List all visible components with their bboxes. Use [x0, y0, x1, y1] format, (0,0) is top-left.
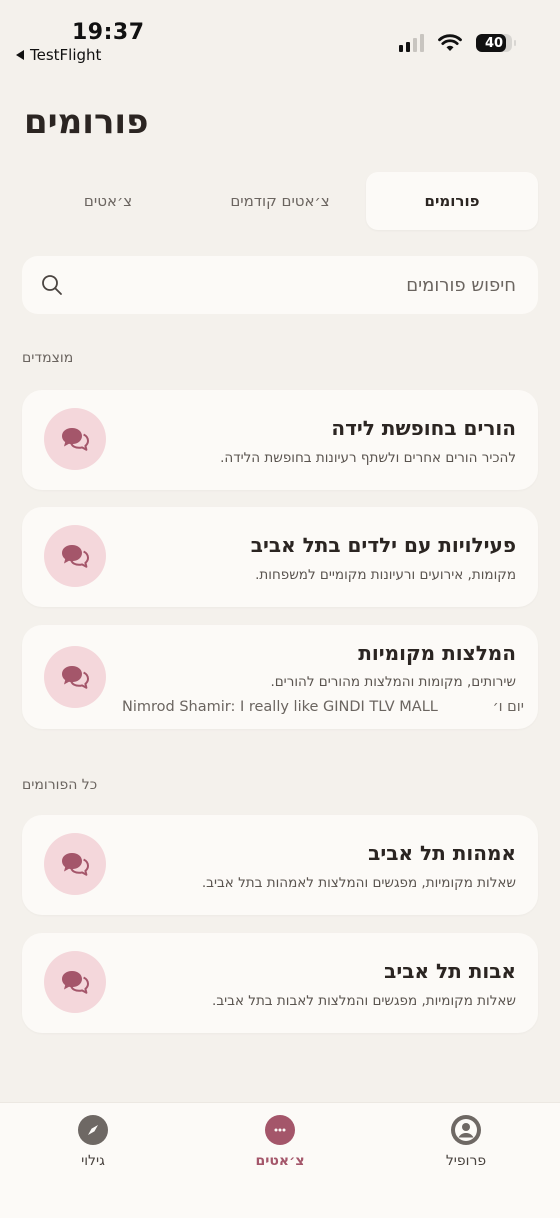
back-app-label: TestFlight: [30, 46, 102, 64]
back-to-testflight[interactable]: TestFlight: [16, 46, 101, 64]
forum-card-kids-activities[interactable]: פעילויות עם ילדים בתל אביב מקומות, אירוע…: [22, 507, 538, 607]
forum-card-tlv-dads[interactable]: אבות תל אביב שאלות מקומיות, מפגשים והמלצ…: [22, 933, 538, 1033]
battery-level: 40: [484, 35, 504, 51]
tab-forums[interactable]: פורומים: [366, 172, 538, 230]
tab-bar: פורומים צ׳אטים קודמים צ׳אטים: [22, 172, 538, 230]
section-label-pinned-text: מוצמדים: [22, 350, 74, 366]
forum-description: שירותים, מקומות והמלצות מהורים להורים.: [270, 674, 516, 690]
page-title: פורומים: [24, 102, 149, 142]
forum-title: המלצות מקומיות: [358, 641, 516, 665]
nav-discover-label: גילוי: [81, 1153, 105, 1169]
section-label-all: כל הפורומים: [22, 777, 538, 793]
tab-previous-chats[interactable]: צ׳אטים קודמים: [194, 172, 366, 230]
last-message-preview: Nimrod Shamir: I really like GINDI TLV M…: [122, 699, 438, 715]
last-message-row: יום ו׳ Nimrod Shamir: I really like GIND…: [122, 699, 524, 715]
forum-title: אבות תל אביב: [384, 959, 516, 983]
system-icons: 40: [399, 34, 516, 52]
forum-description: שאלות מקומיות, מפגשים והמלצות לאמהות בתל…: [201, 875, 516, 891]
search-input[interactable]: [64, 274, 516, 296]
nav-chats[interactable]: צ׳אטים: [230, 1115, 330, 1169]
forum-card-local-recommendations[interactable]: המלצות מקומיות שירותים, מקומות והמלצות מ…: [22, 625, 538, 729]
forum-card-tlv-moms[interactable]: אמהות תל אביב שאלות מקומיות, מפגשים והמל…: [22, 815, 538, 915]
chat-bubbles-icon: [44, 951, 106, 1013]
nav-chats-label: צ׳אטים: [255, 1153, 305, 1169]
forum-title: פעילויות עם ילדים בתל אביב: [250, 533, 516, 557]
nav-profile-label: פרופיל: [445, 1153, 487, 1169]
battery-icon: 40: [476, 34, 516, 52]
nav-discover[interactable]: גילוי: [43, 1115, 143, 1169]
chat-bubbles-icon: [44, 408, 106, 470]
back-arrow-icon: [16, 50, 24, 60]
last-message-time: יום ו׳: [492, 699, 524, 715]
profile-icon: [451, 1115, 481, 1145]
status-bar: 19:37 TestFlight 40: [0, 0, 560, 80]
search-icon[interactable]: [40, 273, 64, 297]
forum-title: אמהות תל אביב: [368, 841, 516, 865]
chat-bubbles-icon: [44, 646, 106, 708]
section-label-pinned: מוצמדים: [22, 350, 538, 366]
forum-title: הורים בחופשת לידה: [331, 416, 516, 440]
forum-description: שאלות מקומיות, מפגשים והמלצות לאבות בתל …: [212, 993, 516, 1009]
tab-chats[interactable]: צ׳אטים: [22, 172, 194, 230]
forum-card-parental-leave[interactable]: הורים בחופשת לידה להכיר הורים אחרים ולשת…: [22, 390, 538, 490]
section-label-all-text: כל הפורומים: [22, 777, 98, 793]
chat-bubble-icon: [265, 1115, 295, 1145]
forum-description: להכיר הורים אחרים ולשתף רעיונות בחופשת ה…: [220, 450, 516, 466]
status-time: 19:37: [72, 20, 145, 45]
chat-bubbles-icon: [44, 833, 106, 895]
cellular-signal-icon: [399, 34, 424, 52]
forum-description: מקומות, אירועים ורעיונות מקומיים למשפחות…: [255, 567, 516, 583]
compass-icon: [78, 1115, 108, 1145]
search-bar: [22, 256, 538, 314]
chat-bubbles-icon: [44, 525, 106, 587]
wifi-icon: [438, 34, 462, 51]
bottom-nav: גילוי צ׳אטים פרופיל: [0, 1102, 560, 1218]
nav-profile[interactable]: פרופיל: [416, 1115, 516, 1169]
